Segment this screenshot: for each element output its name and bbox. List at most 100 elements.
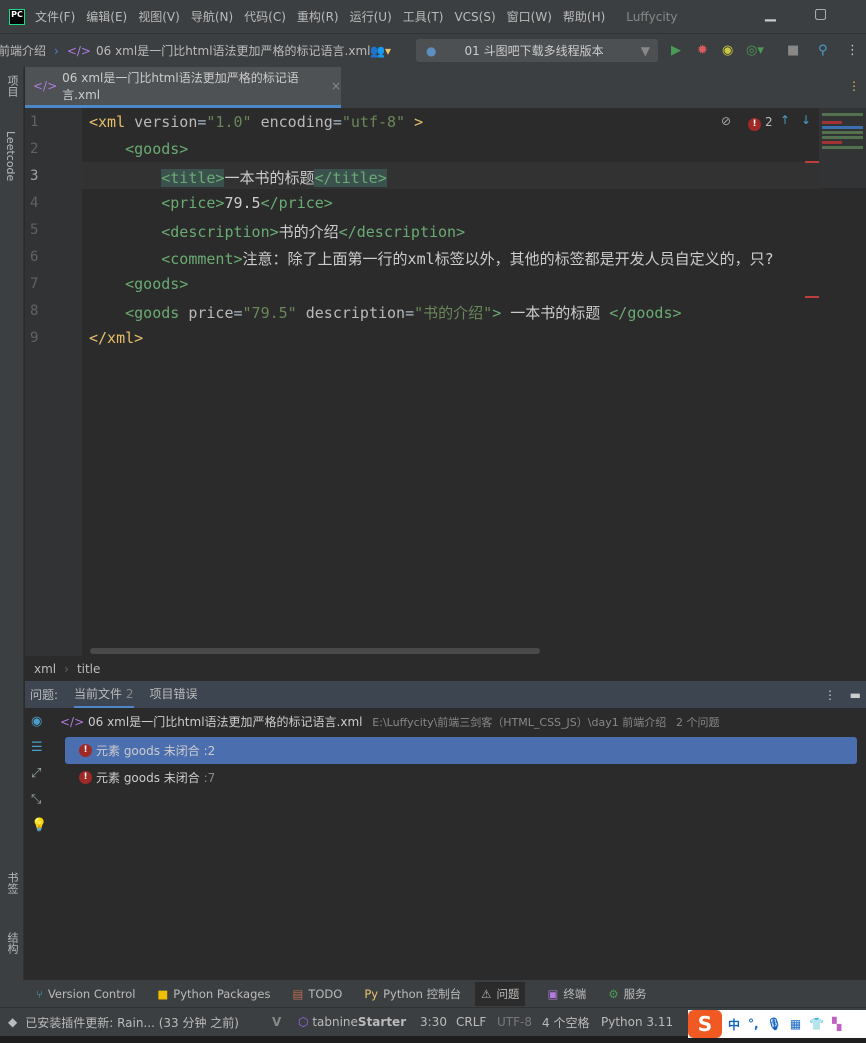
sogou-logo: S — [688, 1010, 722, 1038]
xml-file-icon: </> — [60, 715, 85, 729]
previous-error-icon[interactable]: ↑ — [780, 113, 790, 127]
tool-window-bar: ⑂ Version Control ■ Python Packages ▤ TODO … — [0, 980, 866, 1007]
menu-view[interactable]: 视图(V) — [138, 10, 180, 24]
problems-label: 问题: — [30, 688, 59, 702]
problem-item[interactable]: ! 元素 goods 未闭合 :2 — [65, 737, 857, 764]
close-tab-icon[interactable]: × — [331, 79, 341, 93]
breadcrumb-parent[interactable]: 前端介绍 — [0, 42, 46, 59]
sidebar-item-bookmarks[interactable]: 书签 — [4, 872, 20, 894]
sidebar-item-structure[interactable]: 结构 — [4, 932, 20, 954]
error-icon: ! — [748, 118, 761, 131]
line-separator[interactable]: CRLF — [456, 1015, 486, 1029]
error-stripe-mark[interactable] — [805, 161, 819, 163]
code-line-9: </xml> — [89, 329, 144, 347]
tabnine-widget[interactable]: ⬡ tabnineStarter — [298, 1015, 406, 1029]
toolwindow-terminal[interactable]: ▣ 终端 — [547, 986, 586, 1002]
chevron-right-icon: › — [54, 43, 59, 58]
error-indicator[interactable]: ! 2 — [748, 115, 773, 131]
toolbox-icon[interactable]: ▚ — [832, 1017, 841, 1031]
python-interpreter[interactable]: Python 3.11 — [601, 1015, 673, 1029]
minimize-button[interactable]: ▁ — [765, 6, 776, 22]
breadcrumb-file[interactable]: 06 xml是一门比html语法更加严格的标记语言.xml — [96, 42, 370, 59]
toolwindow-python-packages[interactable]: ■ Python Packages — [157, 987, 270, 1001]
tab-project-errors[interactable]: 项目错误 — [150, 681, 198, 708]
file-encoding[interactable]: UTF-8 — [497, 1015, 532, 1029]
eye-icon[interactable]: ◉ — [31, 714, 42, 729]
menu-help[interactable]: 帮助(H) — [563, 10, 605, 24]
problem-file-node[interactable]: </> 06 xml是一门比html语法更加严格的标记语言.xml E:\Luf… — [60, 713, 720, 730]
bulb-icon[interactable]: 💡 — [31, 818, 47, 833]
menu-refactor[interactable]: 重构(R) — [297, 10, 339, 24]
toolwindow-version-control[interactable]: ⑂ Version Control — [36, 987, 135, 1001]
problems-list: ◉ ☰ ⤢ ⤡ 💡 </> 06 xml是一门比html语法更加严格的标记语言.… — [25, 708, 866, 980]
sidebar-item-project[interactable]: 项目 — [4, 75, 20, 97]
menu-vcs[interactable]: VCS(S) — [454, 10, 495, 24]
microphone-icon[interactable]: 🎙 — [767, 1017, 782, 1031]
code-editor[interactable]: 1 2 3 4 5 6 7 8 9 <xml version="1.0" enc… — [25, 108, 866, 656]
line-number: 6 — [30, 249, 39, 265]
minimap[interactable] — [819, 108, 866, 188]
navigation-bar: 前端介绍 › </> 06 xml是一门比html语法更加严格的标记语言.xml… — [0, 33, 866, 67]
code-line-5: <description>书的介绍</description> — [161, 223, 466, 241]
debug-icon[interactable]: ✹ — [697, 43, 708, 58]
collapse-all-icon[interactable]: ⤡ — [31, 792, 41, 807]
stop-icon[interactable]: ■ — [787, 43, 799, 58]
group-icon[interactable]: ☰ — [31, 740, 43, 755]
plugin-update-icon: ◆ — [8, 1015, 18, 1029]
expand-all-icon[interactable]: ⤢ — [31, 766, 41, 781]
user-icon[interactable]: 👥▾ — [370, 44, 391, 58]
menu-window[interactable]: 窗口(W) — [507, 10, 552, 24]
indent-setting[interactable]: 4 个空格 — [542, 1014, 589, 1031]
error-count: 2 — [765, 115, 773, 129]
reader-mode-icon[interactable]: ⊘ — [721, 114, 731, 128]
run-config-select[interactable]: ● 01 斗图吧下载多线程版本 ▼ — [416, 39, 658, 62]
profile-icon[interactable]: ◎▾ — [746, 43, 764, 58]
line-number: 2 — [30, 141, 39, 157]
toolwindow-problems[interactable]: ⚠ 问题 — [475, 981, 526, 1006]
menu-navigate[interactable]: 导航(N) — [191, 10, 233, 24]
ime-mode[interactable]: 中 — [728, 1016, 740, 1033]
line-number: 3 — [30, 168, 39, 184]
tab-options-icon[interactable]: ⋮ — [848, 79, 860, 93]
xml-file-icon: </> — [33, 79, 58, 93]
toolwindow-python-console[interactable]: Py Python 控制台 — [364, 986, 461, 1002]
problem-item[interactable]: ! 元素 goods 未闭合 :7 — [65, 764, 857, 791]
code-line-7: <goods> — [125, 275, 189, 293]
tab-current-file[interactable]: 当前文件 2 — [74, 681, 134, 708]
coverage-icon[interactable]: ◉ — [722, 43, 733, 58]
horizontal-scrollbar[interactable] — [90, 648, 540, 654]
hide-icon[interactable]: ▬ — [850, 688, 861, 702]
menu-code[interactable]: 代码(C) — [244, 10, 286, 24]
keyboard-icon[interactable]: ▦ — [790, 1017, 801, 1031]
ime-toolbar[interactable]: S 中 °, 🎙 ▦ 👕 ▚ — [688, 1010, 866, 1038]
more-icon[interactable]: ⋮ — [846, 43, 859, 58]
sidebar-item-leetcode[interactable]: Leetcode — [4, 131, 17, 181]
menu-edit[interactable]: 编辑(E) — [86, 10, 127, 24]
skin-icon[interactable]: 👕 — [809, 1017, 824, 1031]
chevron-right-icon: › — [64, 661, 69, 676]
ime-punctuation[interactable]: °, — [748, 1017, 759, 1031]
menu-tools[interactable]: 工具(T) — [403, 10, 444, 24]
left-tool-strip: 项目 Leetcode 书签 结构 — [0, 67, 24, 980]
next-error-icon[interactable]: ↓ — [801, 113, 811, 127]
line-number: 1 — [30, 114, 39, 130]
breadcrumb-xml[interactable]: xml — [34, 662, 56, 676]
status-message[interactable]: 已安装插件更新: Rain... (33 分钟 之前) — [25, 1014, 239, 1031]
maximize-button[interactable]: ▢ — [814, 6, 827, 22]
error-icon: ! — [79, 744, 92, 757]
toolwindow-services[interactable]: ⚙ 服务 — [608, 986, 646, 1002]
run-icon[interactable]: ▶ — [671, 43, 681, 58]
caret-position[interactable]: 3:30 — [420, 1015, 447, 1029]
toolwindow-todo[interactable]: ▤ TODO — [292, 987, 342, 1001]
breadcrumb-title[interactable]: title — [77, 662, 100, 676]
code-line-3: <title>一本书的标题</title> — [161, 169, 387, 187]
editor-tab-bar: </> 06 xml是一门比html语法更加严格的标记语言.xml × ⋮ — [25, 67, 866, 108]
search-icon[interactable]: ⚲ — [818, 43, 828, 58]
more-icon[interactable]: ⋮ — [824, 688, 836, 702]
vim-icon[interactable]: V — [272, 1015, 281, 1029]
line-number: 9 — [30, 330, 39, 346]
menu-run[interactable]: 运行(U) — [350, 10, 392, 24]
error-stripe-mark[interactable] — [805, 296, 819, 298]
tab-xml-file[interactable]: </> 06 xml是一门比html语法更加严格的标记语言.xml × — [25, 67, 341, 108]
menu-file[interactable]: 文件(F) — [35, 10, 75, 24]
